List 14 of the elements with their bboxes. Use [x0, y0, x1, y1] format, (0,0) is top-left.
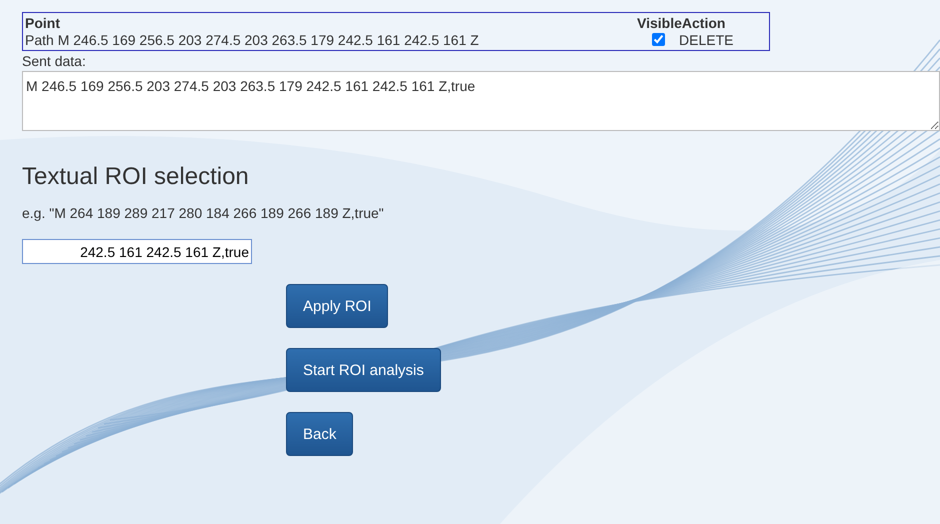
action-button[interactable]: Start ROI analysis	[286, 348, 441, 392]
example-text: e.g. "M 264 189 289 217 280 184 266 189 266 189 Z,true"	[22, 205, 385, 221]
section-title: Textual ROI selection	[22, 163, 250, 191]
field-label: Sent data:	[22, 53, 87, 69]
action-button[interactable]: Back	[286, 412, 354, 456]
sent-data-field[interactable]: M 246.5 169 256.5 203 274.5 203 263.5 179 242.5 161 242.5 161 Z,true	[22, 71, 940, 131]
table-cell-text: Path M 246.5 169 256.5 203 274.5 203 263.5 179 242.5 161 242.5 161 Z	[25, 32, 480, 48]
column-header: Point	[25, 15, 61, 31]
action-button[interactable]: Apply ROI	[286, 284, 388, 328]
delete-link[interactable]: DELETE	[679, 32, 734, 48]
column-header: Action	[682, 15, 726, 31]
roi-input-field[interactable]: 242.5 161 242.5 161 Z,true	[22, 239, 252, 264]
column-header: Visible	[637, 15, 682, 31]
visible-checkbox[interactable]	[652, 33, 664, 46]
